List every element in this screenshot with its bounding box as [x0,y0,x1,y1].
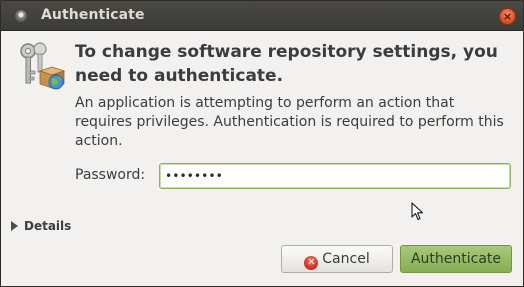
details-label: Details [24,219,72,233]
cancel-icon: ✕ [304,256,319,270]
window-title: Authenticate [41,7,145,23]
title-bar[interactable]: Authenticate × [1,1,523,31]
expand-triangle-icon [11,221,18,231]
details-expander[interactable]: Details [11,219,71,233]
password-field[interactable] [159,163,511,189]
mouse-pointer-icon [411,202,424,221]
authenticate-label: Authenticate [410,251,502,267]
authenticate-button[interactable]: Authenticate [400,245,512,273]
dialog-description: An application is attempting to perform … [75,95,504,149]
authenticate-dialog: Authenticate × To change software reposi… [0,0,524,287]
cancel-label: Cancel [322,251,370,267]
window-menu-icon[interactable] [15,10,27,22]
close-button[interactable]: × [499,8,516,25]
cancel-button[interactable]: ✕ Cancel [281,245,393,273]
keys-package-icon [20,42,66,90]
dialog-headline: To change software repository settings, … [75,42,498,86]
password-label: Password: [75,167,146,183]
